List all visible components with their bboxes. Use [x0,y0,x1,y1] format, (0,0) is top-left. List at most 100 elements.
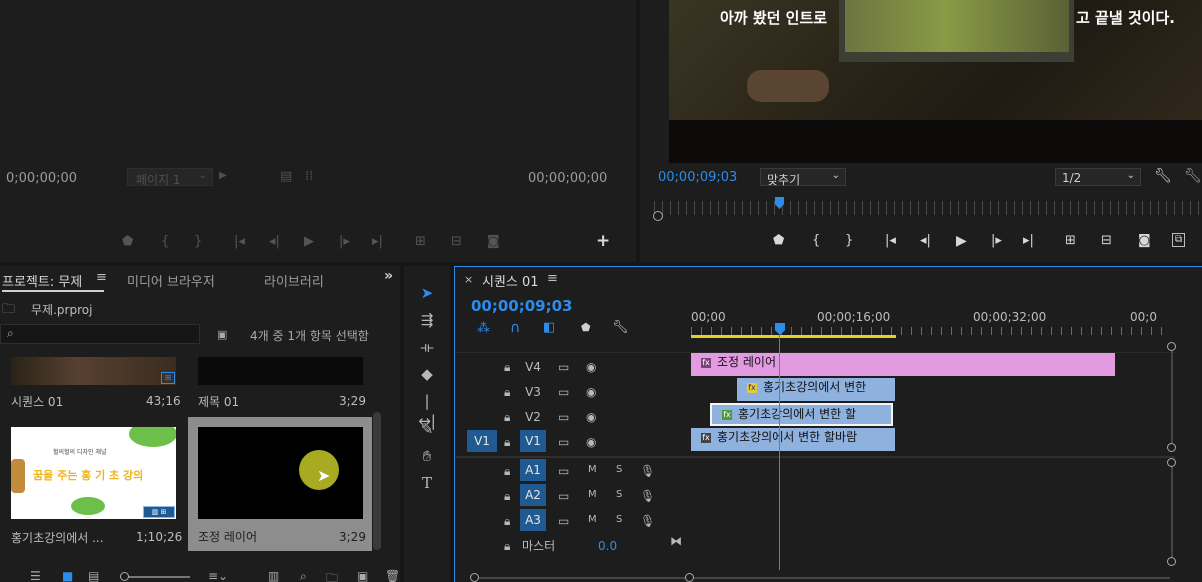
play-icon[interactable]: ▶ [304,235,314,248]
solo-button[interactable]: S [616,489,622,500]
eye-icon[interactable]: ◉ [586,360,596,374]
timeline-ruler-ticks[interactable] [691,327,1165,335]
source-patch-v1[interactable]: V1 [467,430,497,452]
export-frame-icon[interactable]: ◙ [487,235,500,248]
track-name-v4[interactable]: V4 [522,356,544,378]
icon-view-icon[interactable]: ■ [62,569,73,582]
in-point-icon[interactable]: { [812,234,820,247]
play-icon[interactable]: ▶ [956,234,967,248]
toggle-sync-icon[interactable]: ▭ [558,385,569,399]
microphone-icon[interactable]: 🎙︎ [640,489,655,503]
toggle-sync-icon[interactable]: ▭ [558,410,569,424]
clip-v3[interactable]: fx 홍기초강의에서 변한 [737,378,895,401]
microphone-icon[interactable]: 🎙︎ [640,464,655,478]
microphone-icon[interactable]: 🎙︎ [640,514,655,528]
sequence-tab-menu-icon[interactable]: ≡ [547,271,558,286]
vertical-scroll-top[interactable] [1167,342,1176,351]
toggle-sync-icon[interactable]: ▭ [558,464,569,478]
program-scrub-ruler[interactable] [654,201,1202,215]
vertical-scroll-bottom[interactable] [1167,557,1176,566]
comparison-view-icon[interactable]: ⧉ [1172,233,1186,247]
track-header-v1[interactable]: V1 🔒︎ V1 ▭ ◉ [456,430,690,455]
type-icon[interactable]: T [417,473,437,493]
new-bin-search-icon[interactable]: ▣ [217,328,227,341]
lock-icon[interactable]: 🔒︎ [504,464,510,479]
track-header-a2[interactable]: 🔒︎ A2 ▭ M S 🎙︎ [456,484,690,509]
thumb-title-01[interactable] [198,357,363,385]
insert-icon[interactable]: ⊞ [415,235,426,248]
lock-icon[interactable]: 🔒︎ [504,489,510,504]
tab-menu-icon[interactable]: ≡ [96,270,107,285]
horizontal-scroll-mid[interactable] [685,573,694,582]
go-to-end-icon[interactable]: ⧓ [670,534,682,548]
track-name-v2[interactable]: V2 [522,406,544,428]
eye-icon[interactable]: ◉ [586,435,596,449]
tab-media-browser[interactable]: 미디어 브라우저 [127,271,215,290]
hand-icon[interactable]: ✋︎ [417,446,437,466]
close-tab-icon[interactable]: × [464,273,473,286]
panel-overflow-icon[interactable]: » [384,268,393,284]
program-timecode[interactable]: 00;00;09;03 [658,170,737,185]
toggle-sync-icon[interactable]: ▭ [558,360,569,374]
settings-dots-icon[interactable]: ⁞⁞ [305,170,313,183]
resolution-select[interactable]: 1/2 ⌄ [1055,168,1141,186]
vertical-scroll-track[interactable] [1171,351,1173,443]
track-header-master[interactable]: 🔒︎ 마스터 0.0 ⧓ [456,534,690,559]
snap-icon[interactable]: ∩ [510,320,520,336]
selection-tool-icon[interactable]: ➤ [417,283,437,303]
step-forward-icon[interactable]: |▸ [991,234,1002,247]
thumb-video-clip[interactable]: 혈의혈의 디자인 채널 꿈을 주는 홍 기 초 강의 ▥ ⊞ [11,427,176,519]
vertical-scroll-mid[interactable] [1167,443,1176,452]
timeline-playhead-line[interactable] [779,335,780,570]
solo-button[interactable]: S [616,464,622,475]
out-point-icon[interactable]: } [194,235,202,248]
eye-icon[interactable]: ◉ [586,385,596,399]
lock-icon[interactable]: ▁ [2,570,11,582]
lift-icon[interactable]: ⊞ [1065,234,1076,247]
vertical-scroll-audio[interactable] [1167,458,1176,467]
extract-icon[interactable]: ⊟ [1101,234,1112,247]
thumb-zoom-slider[interactable] [120,576,190,578]
clip-v1[interactable]: fx 홍기초강의에서 변한 할바람 [691,428,895,451]
horizontal-scrollbar[interactable] [470,577,1170,579]
go-to-in-icon[interactable]: |◂ [234,235,245,248]
project-search-input[interactable]: ⌕ [0,324,200,344]
track-name-a3[interactable]: A3 [520,509,546,531]
add-button-icon[interactable]: + [596,233,610,250]
timeline-timecode[interactable]: 00;00;09;03 [471,297,573,315]
source-timecode[interactable]: 0;00;00;00 [6,171,77,186]
lock-icon[interactable]: 🔒︎ [504,360,510,375]
add-marker-icon[interactable]: ⬟ [581,321,591,334]
export-frame-icon[interactable]: ◙ [1138,234,1151,247]
toggle-sync-icon[interactable]: ▭ [558,435,569,449]
track-select-icon[interactable]: ⇶ [417,310,437,330]
project-scrollbar[interactable] [373,412,381,550]
play-small-icon[interactable]: ▶ [219,171,227,181]
freeform-view-icon[interactable]: ▤ [88,569,99,582]
new-bin-icon[interactable]: 🗀︎ [326,569,338,582]
new-item-icon[interactable]: ▣ [357,569,368,582]
lock-icon[interactable]: 🔒︎ [504,435,510,450]
list-view-icon[interactable]: ☰ [30,569,41,582]
wrench-icon-secondary[interactable]: 🔧︎ [1184,169,1202,183]
mute-button[interactable]: M [588,489,597,500]
tab-libraries[interactable]: 라이브러리 [264,271,324,290]
lock-icon[interactable]: 🔒︎ [504,539,510,554]
page-select[interactable]: 페이지 1 ⌄ [127,168,213,187]
track-header-v4[interactable]: 🔒︎ V4 ▭ ◉ [456,355,690,380]
trash-icon[interactable]: 🗑︎ [385,569,400,582]
slip-icon[interactable]: |↔| [417,391,437,430]
vertical-scroll-audio-track[interactable] [1171,467,1173,557]
sequence-tab-label[interactable]: 시퀀스 01 [482,271,539,290]
pen-icon[interactable]: ✎ [417,419,437,439]
track-name-a1[interactable]: A1 [520,459,546,481]
master-value[interactable]: 0.0 [598,539,617,553]
marker-icon[interactable]: ⬟ [773,234,784,247]
sort-icon[interactable]: ≡⌄ [208,569,228,582]
wrench-icon[interactable]: 🔧︎ [1154,169,1172,183]
nest-toggle-icon[interactable]: ⁂ [477,321,490,336]
out-point-icon[interactable]: } [845,234,853,247]
clip-adjustment-layer[interactable]: fx 조정 레이어 [691,353,1115,376]
timeline-settings-icon[interactable]: 🔧︎ [612,320,629,335]
track-header-v3[interactable]: 🔒︎ V3 ▭ ◉ [456,380,690,405]
